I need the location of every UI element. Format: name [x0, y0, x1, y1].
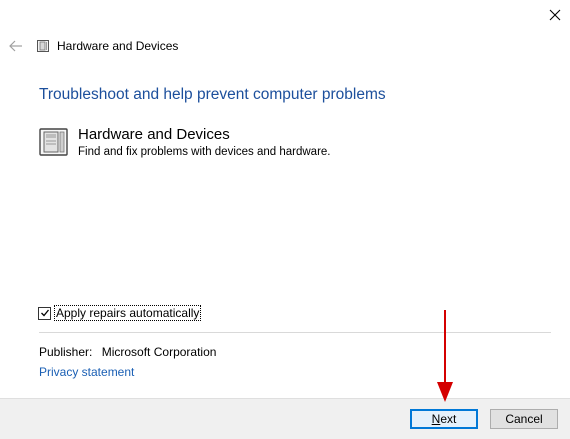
back-button[interactable] [8, 38, 24, 54]
close-button[interactable] [544, 4, 566, 26]
task-text: Hardware and Devices Find and fix proble… [78, 126, 331, 160]
next-button[interactable]: Next [410, 409, 478, 429]
troubleshooter-task: Hardware and Devices Find and fix proble… [38, 126, 331, 160]
next-button-label: ext [440, 412, 457, 426]
publisher-info: Publisher: Microsoft Corporation [39, 345, 216, 359]
apply-repairs-checkbox[interactable] [38, 306, 51, 320]
apply-repairs-checkbox-row[interactable]: Apply repairs automatically [38, 305, 202, 321]
apply-repairs-label[interactable]: Apply repairs automatically [54, 305, 202, 321]
title-bar: Hardware and Devices [8, 36, 178, 56]
publisher-label: Publisher: [39, 345, 93, 359]
troubleshooter-window: Hardware and Devices Troubleshoot and he… [0, 0, 570, 439]
page-heading: Troubleshoot and help prevent computer p… [39, 86, 386, 103]
cancel-button[interactable]: Cancel [490, 409, 558, 429]
task-title: Hardware and Devices [78, 126, 230, 143]
next-button-mnemonic: N [431, 412, 441, 426]
hardware-devices-icon [39, 128, 68, 156]
footer-bar: Next Cancel [0, 398, 570, 439]
red-arrow-annotation [437, 310, 453, 402]
publisher-value: Microsoft Corporation [101, 345, 217, 359]
hardware-devices-small-icon [36, 39, 50, 53]
back-arrow-icon [9, 40, 22, 52]
window-title: Hardware and Devices [57, 39, 179, 53]
privacy-statement-link[interactable]: Privacy statement [39, 365, 134, 379]
checkmark-icon [40, 309, 49, 317]
close-icon [549, 9, 561, 21]
task-description: Find and fix problems with devices and h… [78, 146, 331, 158]
divider [39, 332, 551, 333]
